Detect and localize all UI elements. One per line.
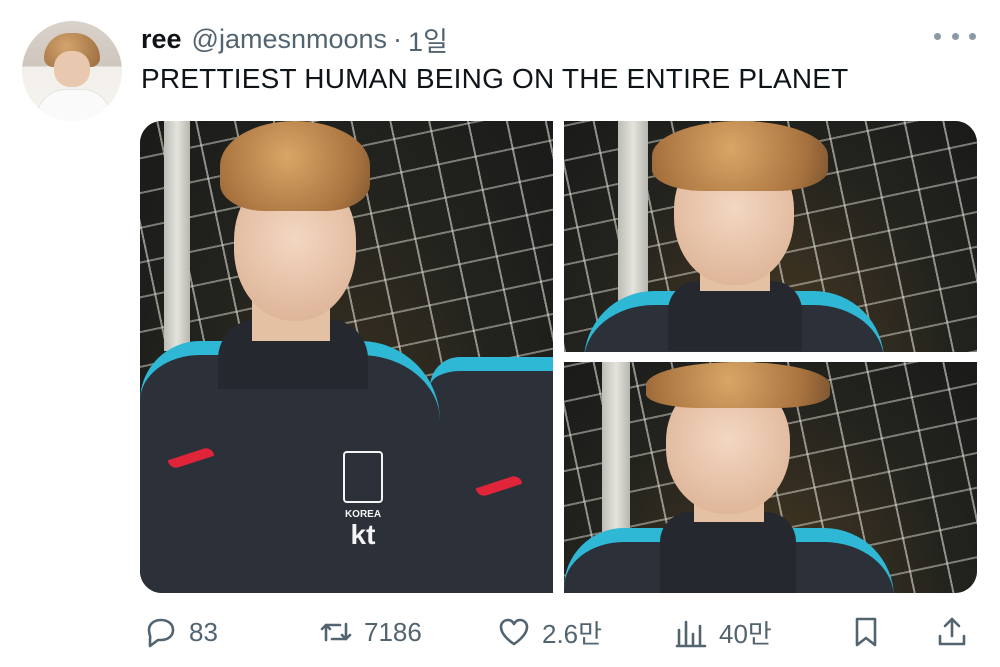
retweet-button[interactable]: 7186 <box>318 612 422 652</box>
tweet-timestamp[interactable]: 1일 <box>408 20 448 59</box>
avatar-shirt <box>36 89 112 121</box>
more-dot <box>934 32 941 40</box>
more-options-icon[interactable] <box>934 27 976 45</box>
views-count: 40만 <box>719 618 772 649</box>
author-handle[interactable]: @jamesnmoons <box>192 24 388 55</box>
more-dot <box>969 32 976 40</box>
media-photo-3[interactable] <box>564 362 977 593</box>
jacket-collar <box>668 281 802 351</box>
media-photo-1[interactable]: KOREA kt <box>140 121 553 593</box>
like-button[interactable]: 2.6만 <box>496 612 602 652</box>
like-count: 2.6만 <box>542 618 603 649</box>
badge-brand: kt <box>350 519 376 550</box>
tweet-text: PRETTIEST HUMAN BEING ON THE ENTIRE PLAN… <box>141 63 849 94</box>
player-hair <box>220 121 370 211</box>
player-hair <box>652 121 828 191</box>
reply-count: 83 <box>189 616 218 647</box>
reply-button[interactable]: 83 <box>143 612 218 652</box>
jacket-collar <box>660 512 796 593</box>
tweet-media-grid: KOREA kt <box>140 121 977 593</box>
author-name[interactable]: ree <box>141 24 182 55</box>
bookmark-icon <box>855 617 877 647</box>
share-button[interactable] <box>934 612 970 652</box>
player-hair <box>646 362 830 408</box>
author-avatar[interactable] <box>22 21 122 121</box>
avatar-face <box>54 51 90 87</box>
tiger-crest-icon <box>343 451 383 503</box>
bookmark-button[interactable] <box>848 612 884 652</box>
tweet-header: ree @jamesnmoons · 1일 <box>141 20 448 59</box>
retweet-icon <box>320 622 352 642</box>
media-photo-2[interactable] <box>564 121 977 352</box>
goal-post <box>164 121 190 351</box>
tweet-action-bar: 83 7186 2.6만 40만 <box>0 612 1000 652</box>
retweet-count: 7186 <box>364 616 422 647</box>
views-button[interactable]: 40만 <box>673 612 772 652</box>
teammate-jacket <box>430 357 553 593</box>
reply-icon <box>147 618 175 648</box>
header-separator: · <box>393 23 403 54</box>
views-chart-icon <box>675 620 707 648</box>
heart-icon <box>499 618 529 646</box>
more-dot <box>951 32 959 40</box>
share-icon <box>938 617 966 646</box>
kfa-badge: KOREA kt <box>336 451 390 550</box>
